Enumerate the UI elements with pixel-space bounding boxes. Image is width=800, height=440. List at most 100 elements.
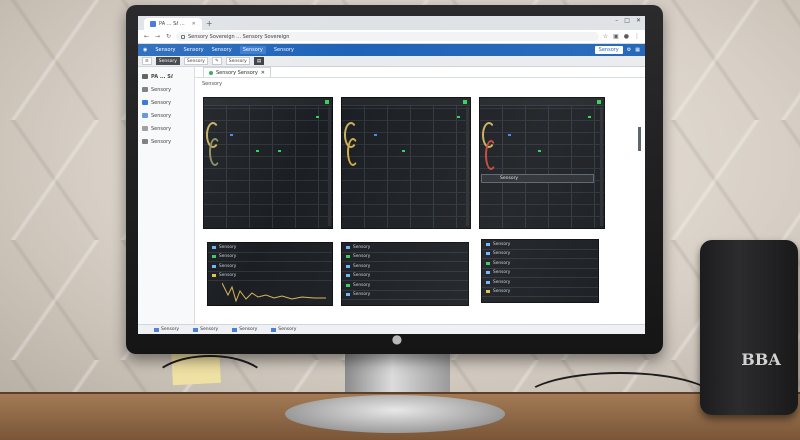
rack-panel[interactable]: Sensory [479,97,605,229]
document-tab-label: Sensory Sensory [216,69,258,76]
log-row-icon [212,255,216,259]
status-item-label: Sensory [200,327,219,332]
back-icon[interactable]: ← [143,33,150,40]
log-row[interactable]: Sensory [342,272,468,281]
close-tab-icon[interactable]: ✕ [192,21,196,27]
status-item-3[interactable]: Sensory [232,327,257,332]
toolbar-button-2[interactable]: Sensory [183,57,208,65]
log-panel[interactable]: Sensory Sensory Sensory Sensory Sensory … [341,242,469,306]
status-item-4[interactable]: Sensory [271,327,296,332]
log-row-text: Sensory [493,279,511,285]
rack-panel[interactable] [341,97,471,229]
status-item-1[interactable]: Sensory [154,327,179,332]
log-row[interactable]: Sensory [482,278,598,288]
sidebar-item-icon [142,100,148,105]
log-panel[interactable]: Sensory Sensory Sensory Sensory Sensory … [481,239,599,303]
app-menu-4[interactable]: Sensory [274,47,294,53]
log-row[interactable]: Sensory [342,243,468,253]
extensions-icon[interactable]: ▣ [613,33,619,40]
selected-port-row[interactable]: Sensory [481,174,594,183]
browser-tab[interactable]: PA ... Sℓ ... ✕ [144,18,202,30]
settings-gear-icon[interactable]: ⚙ [627,47,631,53]
log-row-text: Sensory [493,241,511,247]
address-text: Sensory Sovereign ... Sensory Sovereign [188,33,290,40]
log-row[interactable]: Sensory [482,269,598,278]
status-led-icon [597,99,601,104]
log-row[interactable]: Sensory [482,288,598,297]
browser-tabstrip: PA ... Sℓ ... ✕ + – □ ✕ [138,16,645,30]
port-led [256,150,259,152]
log-row-icon [346,264,350,268]
minimize-icon[interactable]: – [615,17,618,24]
log-row[interactable]: Sensory [482,240,598,250]
rack-panel[interactable] [203,97,333,229]
toolbar: ≡ Sensory Sensory ✎ Sensory ▤ [138,56,645,67]
toolbar-button-3[interactable]: Sensory [225,57,250,65]
log-row[interactable]: Sensory [342,253,468,262]
sidebar-item-4[interactable]: Sensory [138,122,194,135]
bookmark-icon[interactable]: ☆ [603,33,608,40]
log-row-text: Sensory [493,251,511,257]
patch-cables [204,120,222,175]
log-row-icon [486,242,490,246]
log-row[interactable]: Sensory [342,281,468,291]
cable-loop [209,138,221,166]
sidebar-item-3[interactable]: Sensory [138,109,194,122]
log-row-icon [486,252,490,256]
port-led [508,134,511,136]
app-header-button[interactable]: Sensory [594,46,623,54]
patch-cables [342,120,360,175]
toolbar-edit-icon[interactable]: ✎ [211,57,222,65]
log-row[interactable]: Sensory [342,291,468,300]
status-item-2[interactable]: Sensory [193,327,218,332]
toolbar-button-1[interactable]: Sensory [155,57,180,65]
toolbar-lock-icon[interactable]: ▤ [253,57,265,65]
log-row-text: Sensory [353,282,371,288]
scrollbar[interactable] [600,107,603,226]
sidebar-item-5[interactable]: Sensory [138,135,194,148]
toolbar-menu-icon[interactable]: ≡ [142,57,152,65]
browser-tab-title: PA ... Sℓ ... [159,21,185,27]
log-row-icon [212,264,216,268]
grid-icon[interactable]: ▦ [635,47,640,53]
sidebar-item-label: Sensory [151,125,172,132]
scrollbar[interactable] [328,107,331,226]
log-row-icon [346,293,350,297]
sidebar-item-2[interactable]: Sensory [138,96,194,109]
status-item-icon [193,327,199,332]
reload-icon[interactable]: ↻ [165,33,172,40]
log-row-icon [346,274,350,278]
log-row[interactable]: Sensory [208,262,332,272]
address-bar[interactable]: Sensory Sovereign ... Sensory Sovereign [176,32,599,41]
new-tab-icon[interactable]: + [206,18,213,30]
close-window-icon[interactable]: ✕ [636,17,641,24]
log-row-text: Sensory [219,254,237,260]
app-menu-1[interactable]: Sensory [183,47,203,53]
menu-kebab-icon[interactable]: ⋮ [634,33,640,40]
log-row[interactable]: Sensory [208,253,332,262]
log-row-text: Sensory [493,260,511,266]
port-led [374,134,377,136]
monitor-screen: PA ... Sℓ ... ✕ + – □ ✕ ← → ↻ Sensory So… [138,16,645,334]
log-row[interactable]: Sensory [482,259,598,269]
app-menu-2[interactable]: Sensory [212,47,232,53]
log-panel[interactable]: Sensory Sensory Sensory Sensory [207,242,333,306]
scrollbar[interactable] [466,107,469,226]
profile-icon[interactable]: ● [624,33,629,40]
forward-icon[interactable]: → [154,33,161,40]
sidebar-item-1[interactable]: Sensory [138,83,194,96]
log-row[interactable]: Sensory [342,262,468,272]
port-led [402,150,405,152]
app-menu-3[interactable]: Sensory [239,46,266,54]
maximize-icon[interactable]: □ [624,17,630,24]
document-tab[interactable]: Sensory Sensory ✕ [203,67,271,77]
log-row[interactable]: Sensory [482,250,598,259]
rack-panel-header [480,98,604,106]
app-body: PA ... Sℓ Sensory Sensory Sensory Sensor… [138,67,645,334]
sidebar-item-label: Sensory [151,138,172,145]
port-led [457,116,460,118]
main-scrollbar-thumb[interactable] [638,127,641,151]
close-tab-icon[interactable]: ✕ [261,70,265,76]
log-row-text: Sensory [353,273,371,279]
log-row[interactable]: Sensory [208,243,332,253]
